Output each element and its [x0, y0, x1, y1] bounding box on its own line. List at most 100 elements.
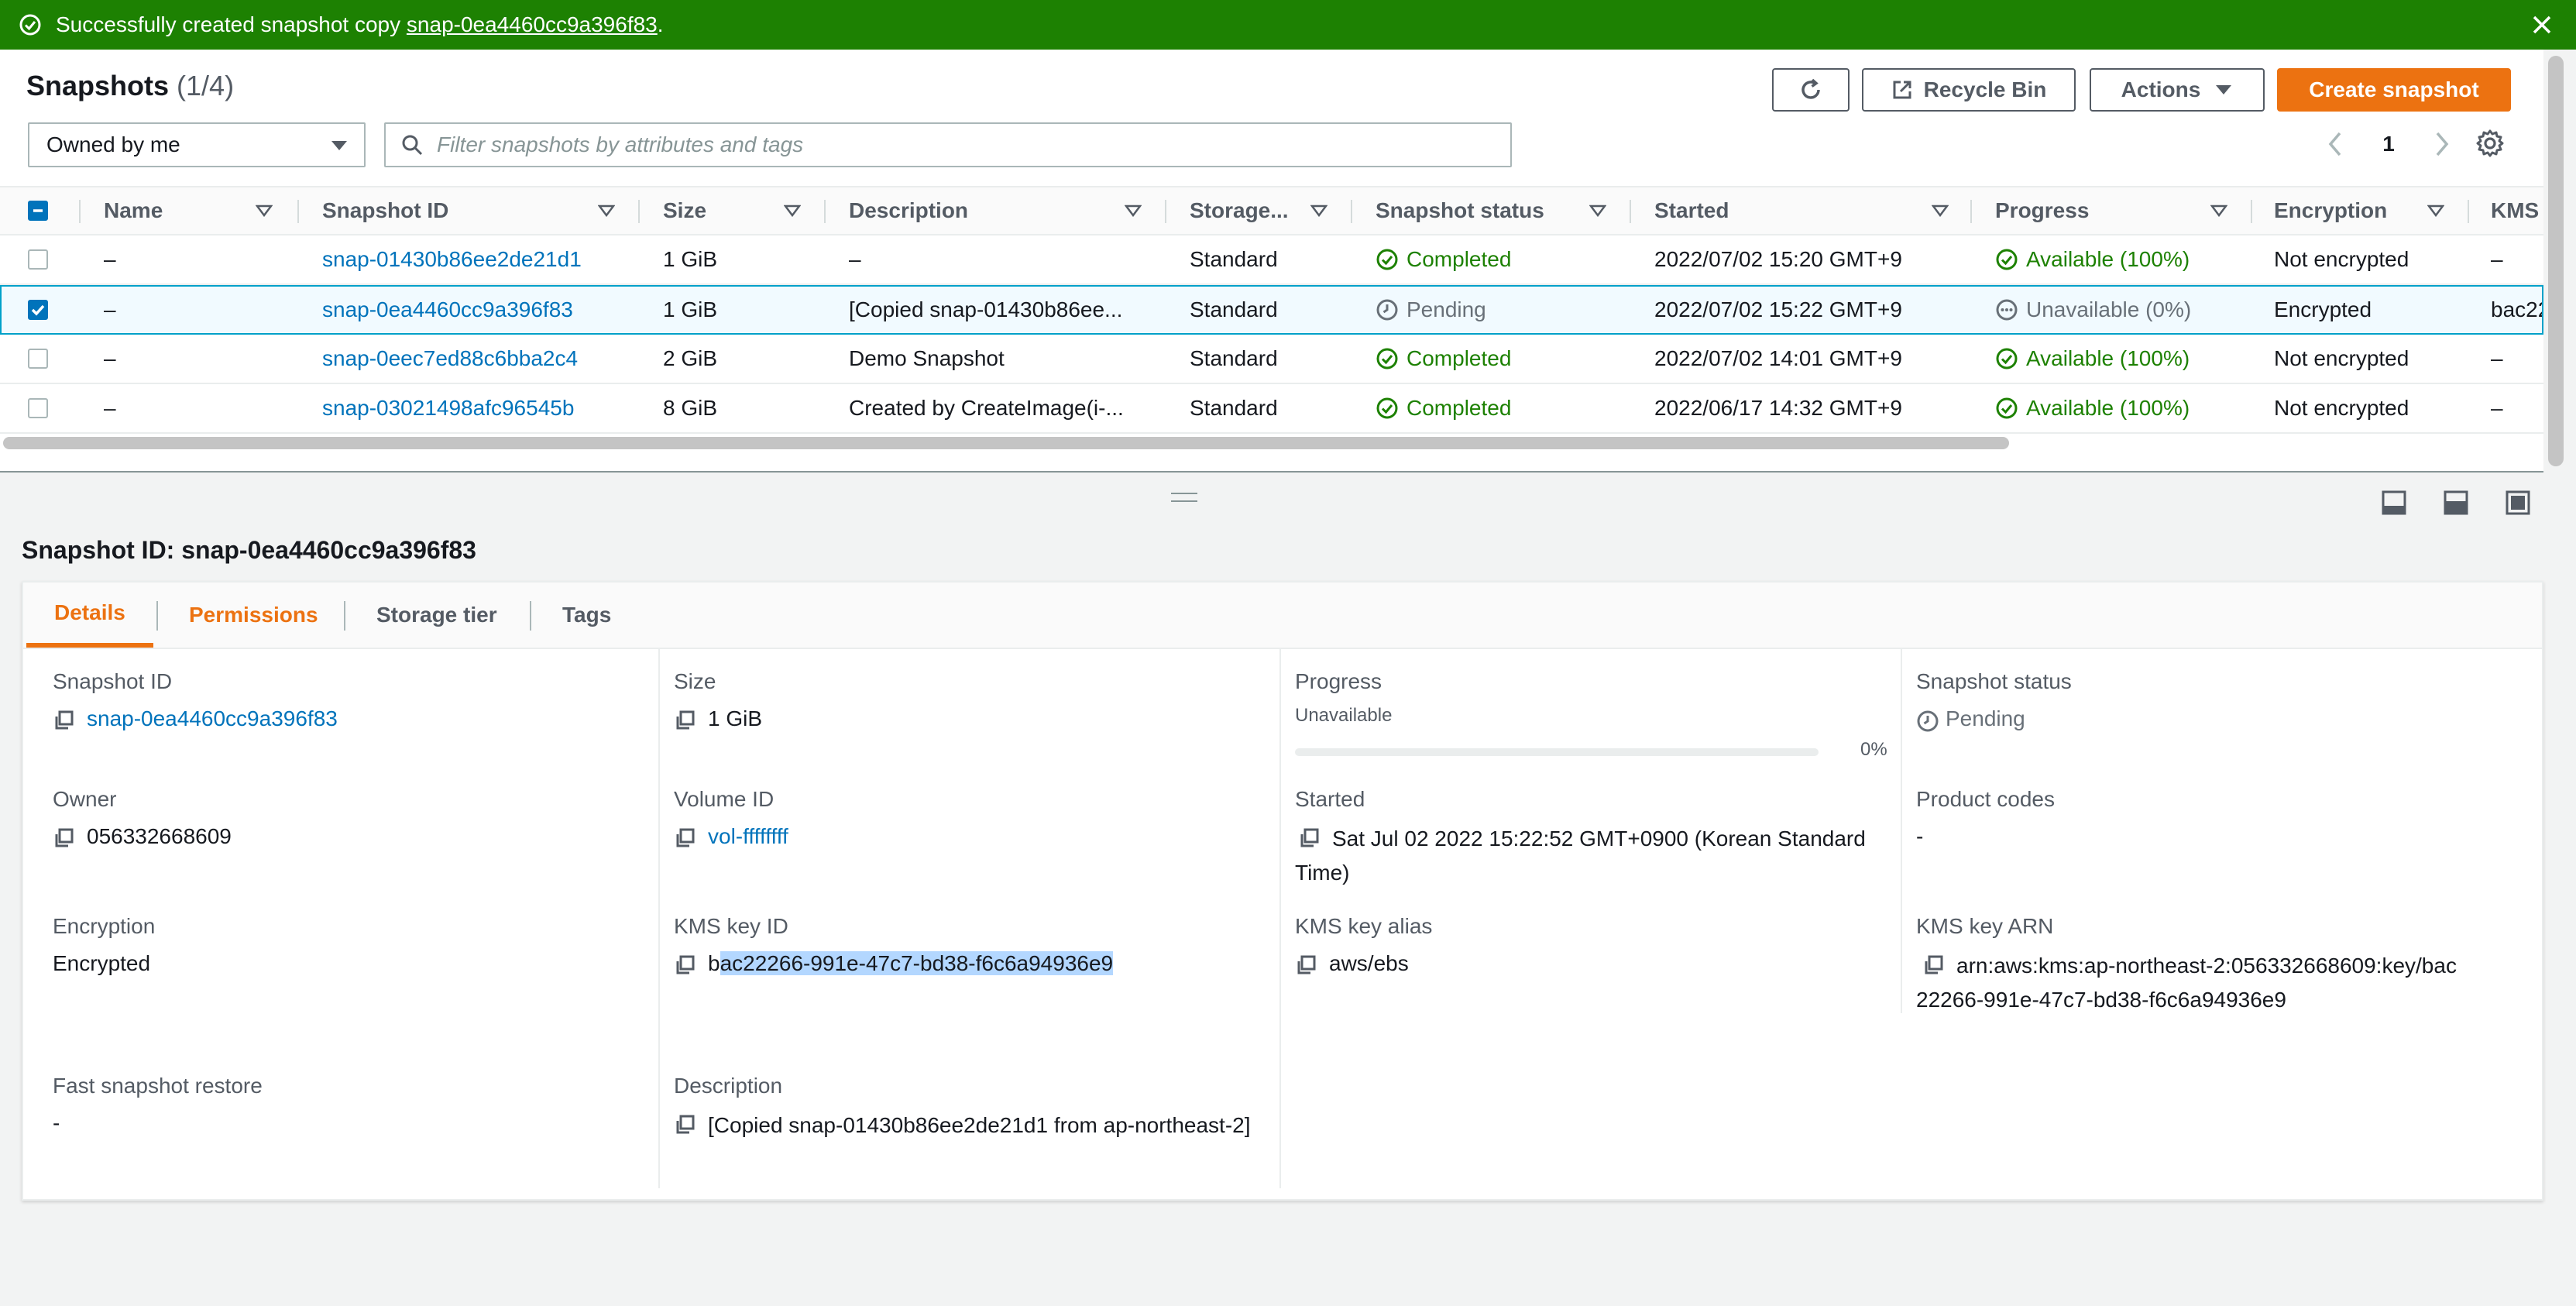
kms-key-id-value[interactable]: bac22266-991e-47c7-bd38-f6c6a94936e9: [708, 947, 1114, 981]
copy-icon[interactable]: [674, 827, 696, 849]
copy-icon[interactable]: [53, 710, 74, 731]
layout-bottom-panel-button[interactable]: [2381, 490, 2407, 516]
row-description: Demo Snapshot: [849, 346, 1005, 370]
tab-tags[interactable]: Tags: [562, 583, 611, 648]
column-header-encryption[interactable]: Encryption: [2274, 187, 2387, 234]
row-checkbox[interactable]: [28, 287, 48, 333]
layout-split-panel-button[interactable]: [2443, 490, 2469, 516]
horizontal-scrollbar[interactable]: [3, 437, 2009, 449]
row-size: 1 GiB: [663, 247, 718, 271]
refresh-button[interactable]: [1772, 68, 1850, 112]
sort-caret-icon[interactable]: [2427, 204, 2444, 217]
sort-caret-icon[interactable]: [1932, 204, 1949, 217]
sort-caret-icon[interactable]: [784, 204, 801, 217]
split-panel-divider: [0, 471, 2543, 473]
success-check-icon: [1376, 397, 1398, 419]
success-check-icon: [1996, 249, 2018, 270]
column-header-snapshot-status[interactable]: Snapshot status: [1376, 187, 1544, 234]
external-link-icon: [1893, 81, 1911, 99]
create-snapshot-button[interactable]: Create snapshot: [2277, 68, 2511, 112]
row-kms: –: [2491, 396, 2503, 420]
chevron-left-icon[interactable]: [2327, 131, 2344, 157]
column-divider: [1901, 649, 1902, 1013]
column-header-size[interactable]: Size: [663, 187, 706, 234]
table-row[interactable]: – snap-03021498afc96545b 8 GiB Created b…: [0, 384, 2543, 434]
column-header-progress[interactable]: Progress: [1995, 187, 2089, 234]
column-header-name[interactable]: Name: [104, 187, 163, 234]
column-header-snapshot-id[interactable]: Snapshot ID: [322, 187, 448, 234]
row-checkbox[interactable]: [28, 335, 48, 383]
copy-icon[interactable]: [1295, 954, 1317, 976]
row-snapshot-status: Completed: [1376, 384, 1511, 432]
detail-panel-title: Snapshot ID: snap-0ea4460cc9a396f83: [22, 536, 476, 564]
vertical-scrollbar[interactable]: [2548, 56, 2564, 466]
copy-icon[interactable]: [674, 1114, 696, 1136]
column-header-storage-tier[interactable]: Storage...: [1190, 187, 1289, 234]
row-started: 2022/06/17 14:32 GMT+9: [1654, 396, 1902, 420]
row-size: 2 GiB: [663, 346, 718, 370]
kms-alias-value: aws/ebs: [1329, 951, 1409, 975]
field-encryption: Encryption Encrypted: [53, 914, 155, 981]
flash-snapshot-link[interactable]: snap-0ea4460cc9a396f83: [407, 12, 658, 36]
tab-details[interactable]: Details: [26, 583, 153, 648]
panel-split-icon: [2444, 490, 2468, 515]
resize-handle-icon[interactable]: [1171, 493, 1197, 502]
chevron-right-icon[interactable]: [2433, 131, 2451, 157]
row-kms: –: [2491, 346, 2503, 370]
progress-bar: [1295, 748, 1819, 756]
row-storage-tier: Standard: [1190, 396, 1278, 420]
column-header-kms[interactable]: KMS: [2491, 187, 2539, 234]
copy-icon[interactable]: [674, 954, 696, 976]
row-snapshot-id-link[interactable]: snap-0ea4460cc9a396f83: [322, 287, 573, 333]
success-flash-banner: Successfully created snapshot copy snap-…: [0, 0, 2576, 50]
row-snapshot-id-link[interactable]: snap-0eec7ed88c6bba2c4: [322, 335, 578, 383]
copy-icon[interactable]: [1298, 827, 1320, 849]
row-checkbox[interactable]: [28, 235, 48, 284]
copy-icon[interactable]: [1922, 954, 1944, 976]
sort-caret-icon[interactable]: [1125, 204, 1142, 217]
field-description: Description [Copied snap-01430b86ee2de21…: [674, 1074, 1251, 1137]
actions-dropdown-button[interactable]: Actions: [2090, 68, 2265, 112]
dismiss-banner-button[interactable]: [2526, 9, 2557, 40]
started-value: Sat Jul 02 2022 15:22:52 GMT+0900 (Korea…: [1295, 827, 1866, 885]
success-check-icon: [1376, 348, 1398, 369]
volume-id-link[interactable]: vol-ffffffff: [708, 820, 788, 854]
row-description: [Copied snap-01430b86ee...: [849, 297, 1123, 321]
table-preferences-button[interactable]: [2475, 129, 2505, 158]
page-title: Snapshots (1/4): [26, 70, 235, 101]
field-progress: Progress Unavailable 0%: [1295, 669, 1887, 760]
row-snapshot-id-link[interactable]: snap-01430b86ee2de21d1: [322, 235, 582, 284]
owner-value: 056332668609: [87, 824, 232, 848]
column-header-description[interactable]: Description: [849, 187, 968, 234]
current-page-number[interactable]: 1: [2382, 132, 2395, 156]
column-header-started[interactable]: Started: [1654, 187, 1729, 234]
sort-caret-icon[interactable]: [2210, 204, 2227, 217]
sort-caret-icon[interactable]: [1589, 204, 1606, 217]
row-checkbox[interactable]: [28, 384, 48, 432]
gear-icon: [2476, 129, 2504, 157]
product-codes-value: -: [1916, 824, 1924, 848]
copy-icon[interactable]: [53, 827, 74, 849]
sort-caret-icon[interactable]: [256, 204, 273, 217]
tab-permissions[interactable]: Permissions: [189, 583, 318, 648]
sort-caret-icon[interactable]: [598, 204, 615, 217]
snapshot-id-link[interactable]: snap-0ea4460cc9a396f83: [87, 702, 338, 736]
details-tabs: Details Permissions Storage tier Tags: [23, 583, 2542, 649]
snapshots-table-panel: Snapshots (1/4) Recycle Bin Actions Crea…: [0, 50, 2543, 473]
recycle-bin-button[interactable]: Recycle Bin: [1862, 68, 2076, 112]
owner-filter-select[interactable]: Owned by me: [28, 122, 366, 167]
sort-caret-icon[interactable]: [1310, 204, 1327, 217]
layout-full-panel-button[interactable]: [2505, 490, 2531, 516]
row-snapshot-status: Pending: [1376, 287, 1486, 333]
table-row[interactable]: – snap-0ea4460cc9a396f83 1 GiB [Copied s…: [0, 285, 2543, 335]
table-row[interactable]: – snap-01430b86ee2de21d1 1 GiB – Standar…: [0, 235, 2543, 285]
table-row[interactable]: – snap-0eec7ed88c6bba2c4 2 GiB Demo Snap…: [0, 335, 2543, 384]
clock-icon: [1917, 710, 1939, 732]
row-encryption: Not encrypted: [2274, 247, 2409, 271]
select-all-checkbox[interactable]: [28, 187, 48, 234]
search-input[interactable]: [437, 132, 1444, 157]
snapshot-search-field[interactable]: [384, 122, 1512, 167]
copy-icon[interactable]: [674, 710, 696, 731]
row-snapshot-id-link[interactable]: snap-03021498afc96545b: [322, 384, 574, 432]
tab-storage-tier[interactable]: Storage tier: [376, 583, 497, 648]
